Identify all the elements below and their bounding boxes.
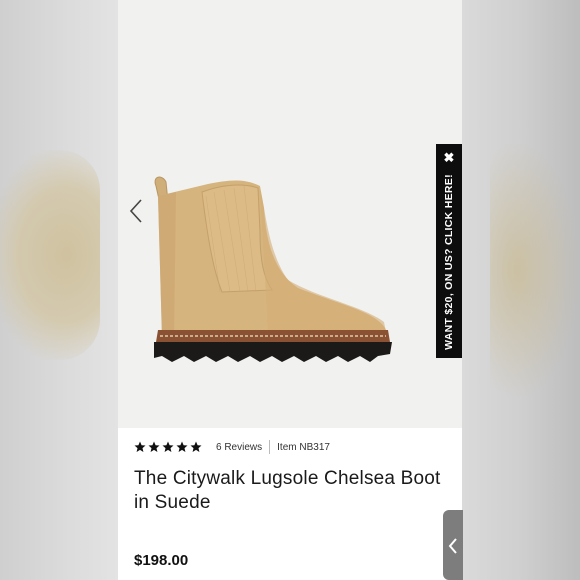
blurred-background-right	[462, 0, 580, 580]
item-number: Item NB317	[277, 441, 330, 453]
drawer-toggle-tab[interactable]	[443, 510, 463, 580]
promo-text[interactable]: WANT $20, ON US? CLICK HERE!	[443, 174, 455, 350]
chevron-left-icon	[448, 538, 457, 554]
close-icon[interactable]: ✖	[436, 150, 462, 166]
star-icon	[148, 441, 160, 452]
product-image-boot	[154, 176, 392, 362]
star-icon	[134, 441, 146, 452]
reviews-link[interactable]: 6 Reviews	[216, 442, 262, 453]
divider	[269, 440, 271, 454]
star-icon	[190, 441, 202, 452]
promo-side-tab[interactable]: ✖ WANT $20, ON US? CLICK HERE!	[436, 144, 462, 358]
rating-row: 6 Reviews Item NB317	[134, 440, 330, 454]
star-rating[interactable]	[134, 441, 202, 453]
product-title: The Citywalk Lugsole Chelsea Boot in Sue…	[134, 468, 441, 513]
blurred-background-left	[0, 0, 118, 580]
product-image-carousel[interactable]	[118, 0, 462, 428]
chevron-left-icon[interactable]	[126, 198, 148, 224]
star-icon	[162, 441, 174, 452]
star-icon	[176, 441, 188, 452]
product-price: $198.00	[134, 552, 189, 569]
product-page: 6 Reviews Item NB317 The Citywalk Lugsol…	[118, 0, 462, 580]
